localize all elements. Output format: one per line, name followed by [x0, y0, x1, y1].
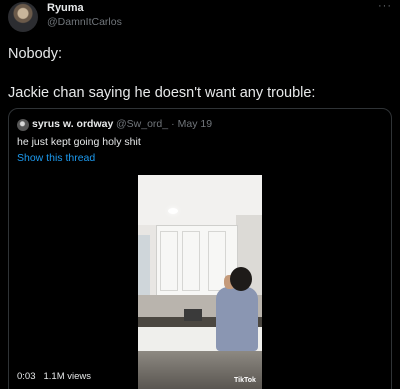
video-duration: 0:03: [17, 371, 36, 382]
quoted-date[interactable]: May 19: [178, 118, 212, 130]
tweet-text: Nobody: Jackie chan saying he doesn't wa…: [8, 44, 315, 103]
video-meta: 0:03 1.1M views: [17, 371, 91, 382]
show-thread-link[interactable]: Show this thread: [17, 152, 95, 164]
quoted-handle[interactable]: @Sw_ord_: [116, 118, 168, 130]
meta-separator: ·: [171, 118, 175, 130]
quoted-tweet[interactable]: syrus w. ordway @Sw_ord_ · May 19 he just …: [8, 108, 392, 389]
more-options-icon[interactable]: ···: [378, 0, 392, 12]
display-name[interactable]: Ryuma: [47, 2, 84, 14]
video-player[interactable]: TikTok: [138, 175, 262, 389]
person-head: [230, 267, 252, 291]
tiktok-watermark: TikTok: [234, 377, 256, 384]
appliance: [184, 309, 202, 321]
tweet-text-line-2: Jackie chan saying he doesn't want any t…: [8, 85, 316, 101]
tweet-text-line-1: Nobody:: [8, 46, 63, 62]
video-window: [138, 235, 150, 295]
ceiling-light: [168, 208, 178, 214]
tweet[interactable]: Ryuma @DamnItCarlos ··· Nobody: Jackie c…: [0, 0, 400, 389]
cabinet-door: [182, 231, 200, 291]
user-handle[interactable]: @DamnItCarlos: [47, 16, 122, 28]
quoted-avatar[interactable]: [17, 119, 29, 131]
quoted-text: he just kept going holy shit: [17, 136, 141, 148]
quoted-meta: @Sw_ord_ · May 19: [116, 118, 212, 130]
quoted-display-name[interactable]: syrus w. ordway: [32, 118, 113, 130]
cabinet-door: [160, 231, 178, 291]
avatar[interactable]: [8, 2, 38, 32]
person-body: [216, 287, 258, 351]
video-views: 1.1M views: [43, 371, 92, 382]
